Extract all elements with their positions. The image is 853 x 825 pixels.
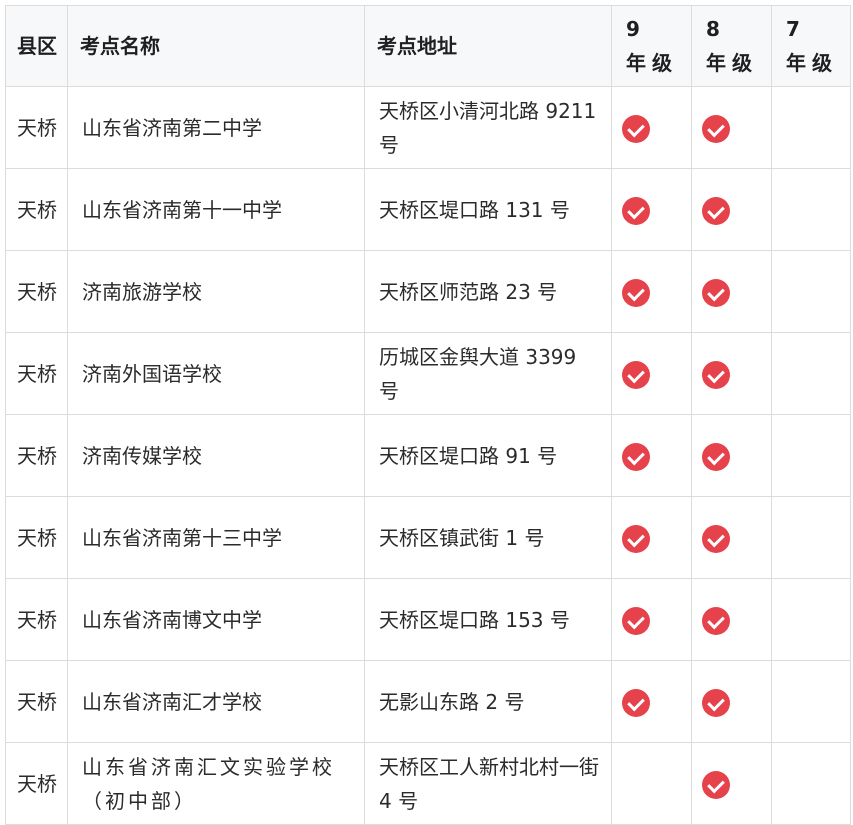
cell-grade-7 [771,496,851,579]
cell-grade-7 [771,332,851,415]
cell-grade-9 [611,496,692,579]
cell-grade-7 [771,86,851,169]
table-row: 天桥 山东省济南第十一中学 天桥区堤口路 131 号 [5,168,851,251]
cell-site-address: 历城区金舆大道 3399 号 [364,332,612,415]
check-circle-icon [622,115,650,143]
cell-site-address: 天桥区师范路 23 号 [364,250,612,333]
cell-site-name: 山东省济南汇文实验学校（初中部） [67,742,365,825]
header-grade-9: 9 年级 [611,5,692,87]
cell-site-name: 济南外国语学校 [67,332,365,415]
cell-district: 天桥 [5,168,68,251]
check-circle-icon [702,115,730,143]
cell-grade-9 [611,168,692,251]
cell-grade-8 [691,414,772,497]
cell-grade-8 [691,496,772,579]
header-grade-8: 8 年级 [691,5,772,87]
cell-grade-8 [691,250,772,333]
cell-grade-9 [611,414,692,497]
cell-site-name: 济南传媒学校 [67,414,365,497]
cell-site-name: 山东省济南汇才学校 [67,660,365,743]
cell-grade-7 [771,168,851,251]
cell-district: 天桥 [5,414,68,497]
cell-grade-9 [611,86,692,169]
table-row: 天桥 山东省济南第十三中学 天桥区镇武街 1 号 [5,496,851,579]
check-circle-icon [622,197,650,225]
check-circle-icon [622,689,650,717]
cell-grade-9 [611,742,692,825]
cell-site-name: 山东省济南第十一中学 [67,168,365,251]
table-row: 天桥 济南外国语学校 历城区金舆大道 3399 号 [5,332,851,415]
check-circle-icon [702,279,730,307]
cell-grade-8 [691,742,772,825]
cell-site-address: 天桥区小清河北路 9211 号 [364,86,612,169]
check-circle-icon [702,361,730,389]
cell-grade-7 [771,578,851,661]
cell-district: 天桥 [5,496,68,579]
cell-grade-8 [691,86,772,169]
table-row: 天桥 山东省济南汇才学校 无影山东路 2 号 [5,660,851,743]
cell-site-name: 济南旅游学校 [67,250,365,333]
check-circle-icon [622,279,650,307]
cell-grade-7 [771,414,851,497]
cell-grade-8 [691,168,772,251]
cell-site-address: 天桥区堤口路 153 号 [364,578,612,661]
cell-site-name: 山东省济南第十三中学 [67,496,365,579]
table-header-row: 县区 考点名称 考点地址 9 年级 8 年级 7 年级 [5,5,851,87]
check-circle-icon [622,443,650,471]
check-circle-icon [622,607,650,635]
check-circle-icon [702,197,730,225]
cell-site-address: 天桥区堤口路 91 号 [364,414,612,497]
cell-district: 天桥 [5,332,68,415]
check-circle-icon [622,361,650,389]
cell-grade-7 [771,660,851,743]
cell-site-address: 天桥区工人新村北村一街 4 号 [364,742,612,825]
cell-district: 天桥 [5,250,68,333]
header-site-address: 考点地址 [364,5,612,87]
table-row: 天桥 山东省济南汇文实验学校（初中部） 天桥区工人新村北村一街 4 号 [5,742,851,825]
header-site-name: 考点名称 [67,5,365,87]
cell-site-name: 山东省济南博文中学 [67,578,365,661]
cell-grade-8 [691,332,772,415]
exam-sites-table: 县区 考点名称 考点地址 9 年级 8 年级 7 年级 天桥 山东省济南第二中学天… [5,5,851,825]
cell-grade-8 [691,578,772,661]
header-district: 县区 [5,5,68,87]
check-circle-icon [702,525,730,553]
table-row: 天桥 济南传媒学校 天桥区堤口路 91 号 [5,414,851,497]
table-row: 天桥 济南旅游学校 天桥区师范路 23 号 [5,250,851,333]
cell-grade-9 [611,660,692,743]
check-circle-icon [702,607,730,635]
cell-district: 天桥 [5,660,68,743]
check-circle-icon [622,525,650,553]
check-circle-icon [702,443,730,471]
cell-site-address: 天桥区镇武街 1 号 [364,496,612,579]
cell-district: 天桥 [5,578,68,661]
table-row: 天桥 山东省济南第二中学 天桥区小清河北路 9211 号 [5,86,851,169]
cell-district: 天桥 [5,742,68,825]
table-row: 天桥 山东省济南博文中学 天桥区堤口路 153 号 [5,578,851,661]
cell-site-address: 无影山东路 2 号 [364,660,612,743]
cell-grade-9 [611,332,692,415]
cell-grade-7 [771,742,851,825]
header-grade-7: 7 年级 [771,5,851,87]
table-body: 天桥 山东省济南第二中学 天桥区小清河北路 9211 号天桥 山东省济南第十一中学 天桥… [5,86,851,825]
cell-district: 天桥 [5,86,68,169]
cell-site-name: 山东省济南第二中学 [67,86,365,169]
cell-grade-7 [771,250,851,333]
check-circle-icon [702,689,730,717]
cell-grade-9 [611,578,692,661]
cell-grade-8 [691,660,772,743]
check-circle-icon [702,771,730,799]
cell-site-address: 天桥区堤口路 131 号 [364,168,612,251]
cell-grade-9 [611,250,692,333]
